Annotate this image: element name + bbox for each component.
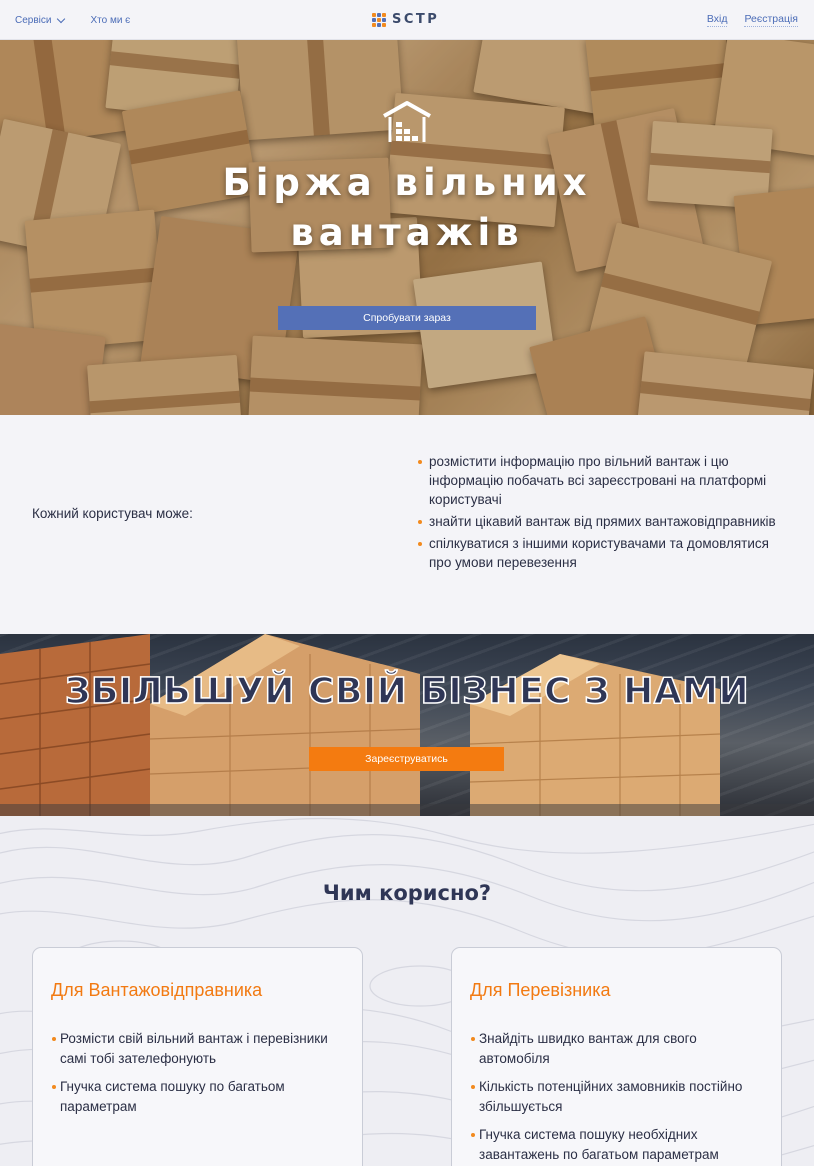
list-item: Гнучка система пошуку по багатьом параме… [51,1077,351,1116]
benefits-section: Чим корисно? Для Вантажовідправника Розм… [0,816,814,1166]
site-logo[interactable]: SCTP [372,12,439,27]
chevron-down-icon [57,14,66,23]
try-now-button[interactable]: Спробувати зараз [278,306,536,330]
banner-pallets-illustration [0,634,814,816]
list-item: Кількість потенційних замовників постійн… [470,1077,770,1116]
list-item: знайти цікавий вантаж від прямих вантажо… [417,512,777,531]
register-link[interactable]: Реєстрація [744,13,798,27]
list-item: Розмісти свій вільний вантаж і перевізни… [51,1029,351,1068]
hero-section: Біржа вільних вантажів Спробувати зараз [0,40,814,415]
list-item: спілкуватися з іншими користувачами та д… [417,534,777,572]
nav-about-link[interactable]: Хто ми є [90,15,130,26]
logo-text: SCTP [392,12,440,27]
main-nav: Сервіси Хто ми є [15,14,156,26]
auth-links: Вхід Реєстрація [706,13,798,27]
logo-mark-icon [372,12,386,27]
hero-title-line2: вантажів [290,211,524,254]
login-link[interactable]: Вхід [706,13,728,27]
register-button[interactable]: Зареєструватись [309,747,504,771]
shipper-benefits-card: Для Вантажовідправника Розмісти свій віл… [32,947,363,1166]
list-item: Гнучка система пошуку необхідних заванта… [470,1125,770,1164]
banner-title: ЗБІЛЬШУЙ СВІЙ БІЗНЕС З НАМИ [64,671,750,712]
nav-services-dropdown[interactable]: Сервіси [15,14,66,26]
carrier-benefits-card: Для Перевізника Знайдіть швидко вантаж д… [451,947,782,1166]
warehouse-icon [383,101,431,142]
info-lead-text: Кожний користувач може: [32,506,193,521]
card-title: Для Перевізника [470,980,611,1000]
card-title: Для Вантажовідправника [51,980,263,1000]
promo-banner: ЗБІЛЬШУЙ СВІЙ БІЗНЕС З НАМИ Зареєструват… [0,634,814,816]
info-feature-list: розмістити інформацію про вільний вантаж… [417,452,777,575]
info-section: Кожний користувач може: розмістити інфор… [0,415,814,634]
list-item: розмістити інформацію про вільний вантаж… [417,452,777,509]
nav-about-label: Хто ми є [90,15,131,26]
card-benefit-list: Знайдіть швидко вантаж для свого автомоб… [470,1029,770,1166]
nav-services-label: Сервіси [15,15,52,26]
card-benefit-list: Розмісти свій вільний вантаж і перевізни… [51,1029,351,1125]
list-item: Знайдіть швидко вантаж для свого автомоб… [470,1029,770,1068]
top-navbar: Сервіси Хто ми є SCTP Вхід Реєстрація [0,0,814,40]
benefits-heading: Чим корисно? [322,881,492,905]
hero-title-line1: Біржа вільних [222,161,592,204]
